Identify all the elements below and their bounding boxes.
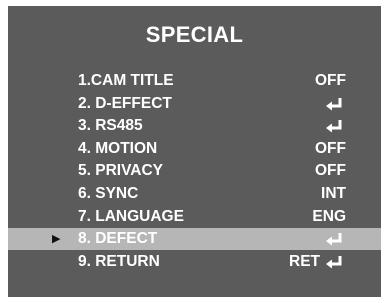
- menu-item-label: 7. LANGUAGE: [78, 207, 184, 225]
- menu-item[interactable]: 6. SYNC INT: [8, 183, 381, 205]
- menu-item-value: INT: [321, 183, 346, 205]
- menu-item[interactable]: 2. D-EFFECT: [8, 93, 381, 115]
- menu-item-label: 3. RS485: [78, 117, 143, 135]
- menu-title: SPECIAL: [145, 22, 244, 47]
- enter-arrow-icon: [324, 93, 346, 115]
- menu-item-value-text: RET: [289, 252, 320, 270]
- menu-item-value-text: OFF: [315, 162, 346, 180]
- menu-item-value: RET: [289, 251, 346, 273]
- menu-item[interactable]: 5. PRIVACY OFF: [8, 160, 381, 182]
- menu-item-label: 5. PRIVACY: [78, 162, 163, 180]
- menu-item-value-text: INT: [321, 185, 346, 202]
- menu-item-label: 8. DEFECT: [78, 230, 158, 248]
- menu-item-label: 1.CAM TITLE: [78, 72, 174, 89]
- menu-item-label: 9. RETURN: [78, 252, 160, 270]
- menu-item-value: OFF: [315, 138, 346, 160]
- menu-item-value: OFF: [315, 70, 346, 92]
- menu-item[interactable]: 3. RS485: [8, 115, 381, 137]
- enter-arrow-icon: [324, 251, 346, 273]
- menu-item-value: [324, 93, 346, 115]
- menu-item[interactable]: ▶ 8. DEFECT: [8, 228, 381, 251]
- menu-item-value-text: OFF: [315, 72, 346, 89]
- menu-item[interactable]: 7. LANGUAGE ENG: [8, 206, 381, 228]
- menu-item[interactable]: 1.CAM TITLE OFF: [8, 70, 381, 92]
- menu-item-value: [324, 115, 346, 137]
- menu-item-value: OFF: [315, 160, 346, 182]
- menu-item-label: 2. D-EFFECT: [78, 94, 172, 112]
- menu-item[interactable]: 4. MOTION OFF: [8, 138, 381, 160]
- osd-menu-panel: SPECIAL 1.CAM TITLE OFF 2. D-EFFECT 3. RS48…: [8, 6, 381, 297]
- menu-item-label: 6. SYNC: [78, 185, 139, 202]
- enter-arrow-icon: [324, 228, 346, 250]
- menu-item-label: 4. MOTION: [78, 139, 158, 157]
- enter-arrow-icon: [324, 115, 346, 137]
- menu-item-value-text: ENG: [312, 207, 346, 225]
- menu-item-value-text: OFF: [315, 139, 346, 157]
- selection-pointer-icon: ▶: [52, 233, 61, 246]
- menu-item[interactable]: 9. RETURN RET: [8, 251, 381, 273]
- menu-item-value: ENG: [312, 206, 346, 228]
- menu-item-value: [324, 228, 346, 250]
